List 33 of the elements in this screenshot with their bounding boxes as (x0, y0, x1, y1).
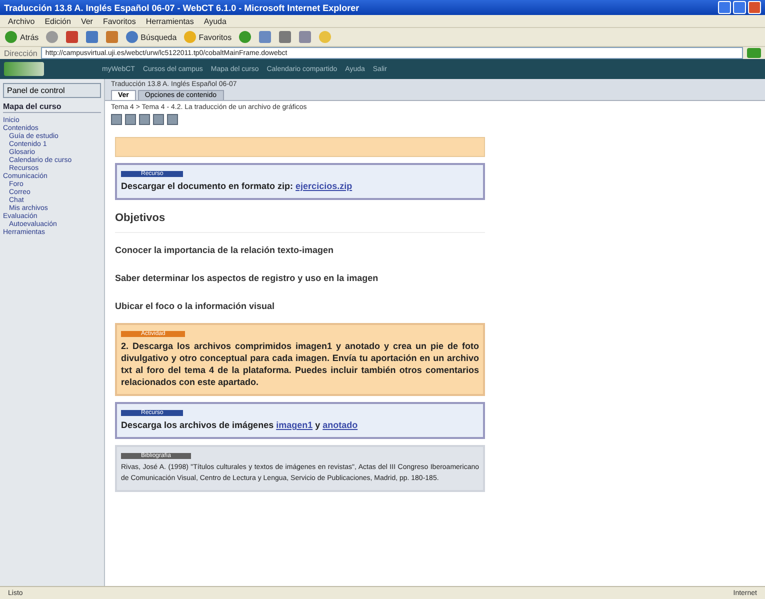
toolbar-button[interactable]: Atrás (4, 30, 39, 44)
menu-item[interactable]: Favoritos (102, 16, 136, 26)
toolbar-button[interactable]: Búsqueda (124, 30, 177, 44)
panel-text: 2. Descarga los archivos comprimidos imagen1 y anotado y crea un pie de foto divulgativo y otro conceptual para cada imagen. Envía tu aportación en un archivo txt al foro del tema 4 de la plataforma. Puedes incluir también otros comentarios relacionados con este apartado. (121, 340, 479, 388)
link[interactable]: ejercicios.zip (296, 181, 352, 191)
panel-text: Descarga los archivos de imágenes imagen1 y anotado (121, 419, 359, 431)
objective-text: Ubicar el foco o la información visual (115, 300, 276, 313)
menu-item[interactable]: Archivo (8, 16, 35, 26)
logo-icon (4, 62, 44, 76)
tool-icon[interactable] (125, 114, 136, 125)
window-title: Traducción 13.8 A. Inglés Español 06-07 - WebCT 6.1.0 - Microsoft Internet Explorer (4, 2, 360, 12)
panel-text: Descargar el documento en formato zip: ejercicios.zip (121, 180, 354, 192)
menu-item[interactable]: Ayuda (204, 16, 226, 26)
menu-item[interactable]: Herramientas (146, 16, 194, 26)
menu-item[interactable]: Edición (44, 16, 71, 26)
control-panel-button[interactable]: Panel de control (3, 83, 101, 98)
go-button[interactable] (747, 48, 761, 58)
objective-text: Conocer la importancia de la relación texto-imagen (115, 244, 335, 257)
tool-icon[interactable] (139, 114, 150, 125)
maximize-button[interactable] (733, 1, 746, 14)
link[interactable]: imagen1 (276, 420, 313, 430)
sidebar-title: Mapa del curso (3, 102, 101, 113)
tool-icon[interactable] (111, 114, 122, 125)
minimize-button[interactable] (718, 1, 731, 14)
tool-icon[interactable] (153, 114, 164, 125)
address-label: Dirección (4, 48, 38, 58)
close-button[interactable] (748, 1, 761, 14)
section-heading: Objetivos (115, 206, 485, 233)
objective-text: Saber determinar los aspectos de registro y uso en la imagen (115, 272, 380, 285)
tool-icon[interactable] (167, 114, 178, 125)
toolbar-button[interactable]: Favoritos (182, 30, 232, 44)
link[interactable]: anotado (322, 420, 358, 430)
menu-item[interactable]: Ver (80, 16, 93, 26)
